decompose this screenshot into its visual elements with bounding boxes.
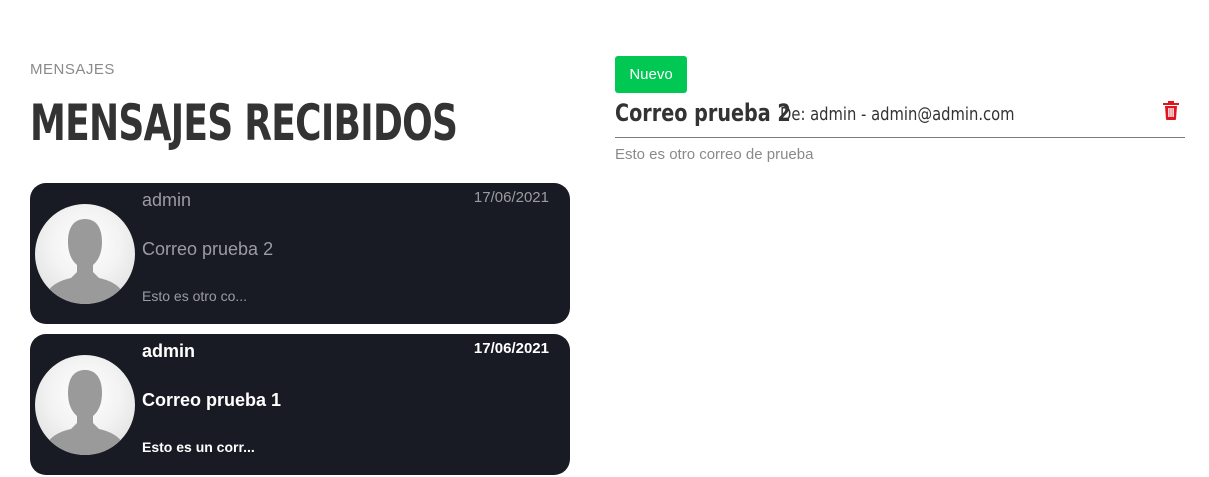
breadcrumb: MENSAJES (30, 61, 115, 78)
message-preview: Esto es otro co... (142, 288, 248, 304)
message-sender: admin (142, 190, 192, 210)
message-card[interactable]: admin 17/06/2021 Correo prueba 1 Esto es… (30, 334, 570, 475)
trash-icon (1163, 101, 1179, 120)
detail-subject: Correo prueba 2 (615, 99, 791, 127)
message-card[interactable]: admin 17/06/2021 Correo prueba 2 Esto es… (30, 183, 570, 324)
detail-body: Esto es otro correo de prueba (615, 146, 814, 163)
message-preview: Esto es un corr... (142, 439, 255, 455)
user-silhouette-icon (43, 219, 127, 304)
message-subject: Correo prueba 1 (142, 390, 282, 410)
message-sender: admin (142, 341, 196, 361)
new-badge: Nuevo (615, 56, 687, 93)
page-title: MENSAJES RECIBIDOS (30, 94, 458, 152)
message-date: 17/06/2021 (473, 340, 549, 357)
message-date: 17/06/2021 (473, 189, 549, 206)
avatar (35, 204, 135, 304)
detail-sender-info: De: admin - admin@admin.com (780, 104, 1015, 125)
message-subject: Correo prueba 2 (142, 239, 274, 259)
detail-divider (615, 137, 1185, 138)
delete-button[interactable] (1162, 101, 1180, 121)
user-silhouette-icon (43, 370, 127, 455)
avatar (35, 355, 135, 455)
